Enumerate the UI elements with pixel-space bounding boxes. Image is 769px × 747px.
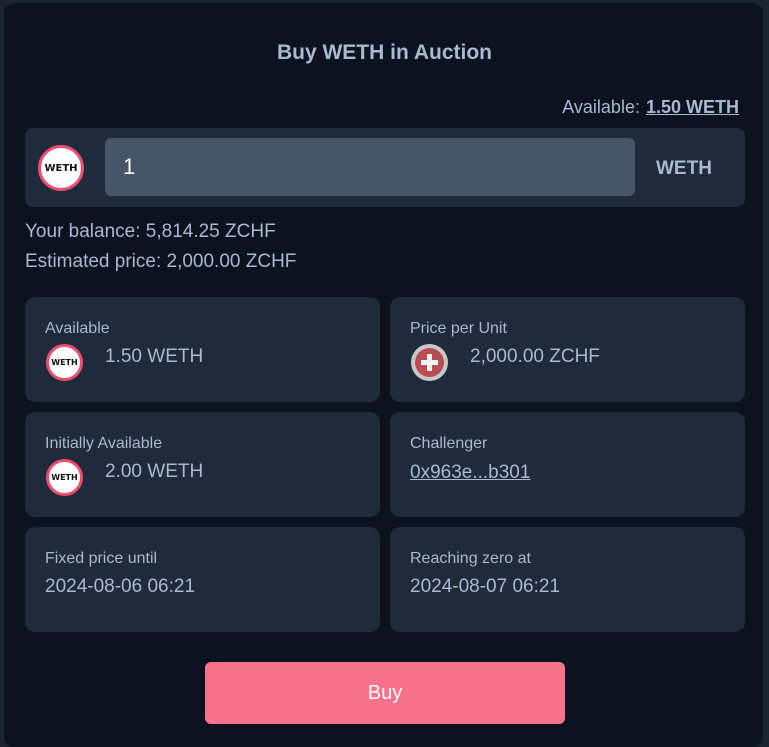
card-label: Initially Available	[45, 435, 163, 452]
available-label: Available:	[562, 97, 640, 117]
card-value: 2.00 WETH	[105, 461, 204, 482]
card-value: 2024-08-06 06:21	[45, 576, 196, 597]
estimated-price-text: Estimated price: 2,000.00 ZCHF	[25, 251, 297, 272]
available-summary: Available: 1.50 WETH	[562, 97, 739, 118]
card-challenger: Challenger 0x963e...b301	[390, 412, 745, 517]
card-label: Challenger	[410, 435, 488, 452]
card-price-per-unit: Price per Unit 2,000.00 ZCHF	[390, 297, 745, 402]
card-label: Available	[45, 320, 110, 337]
card-fixed-price-until: Fixed price until 2024-08-06 06:21	[25, 527, 380, 632]
card-value: 2,000.00 ZCHF	[470, 346, 600, 367]
card-available: Available WETH 1.50 WETH	[25, 297, 380, 402]
card-label: Reaching zero at	[410, 550, 531, 567]
weth-logo-icon: WETH	[46, 459, 83, 496]
weth-logo-icon: WETH	[38, 145, 84, 191]
weth-logo-icon: WETH	[46, 344, 83, 381]
buy-button[interactable]: Buy	[205, 662, 565, 724]
challenger-address-link[interactable]: 0x963e...b301	[410, 462, 530, 484]
amount-unit-label: WETH	[656, 158, 712, 179]
card-value: 2024-08-07 06:21	[410, 576, 561, 597]
card-initially-available: Initially Available WETH 2.00 WETH	[25, 412, 380, 517]
amount-input-row: WETH WETH	[25, 128, 745, 207]
zchf-logo-icon	[411, 344, 448, 381]
card-reaching-zero-at: Reaching zero at 2024-08-07 06:21	[390, 527, 745, 632]
amount-input[interactable]	[105, 138, 635, 196]
balance-text: Your balance: 5,814.25 ZCHF	[25, 221, 276, 242]
page-title: Buy WETH in Auction	[276, 41, 493, 64]
available-max-link[interactable]: 1.50 WETH	[646, 97, 739, 117]
card-label: Price per Unit	[410, 320, 507, 337]
card-value: 1.50 WETH	[105, 346, 204, 367]
card-label: Fixed price until	[45, 550, 158, 567]
